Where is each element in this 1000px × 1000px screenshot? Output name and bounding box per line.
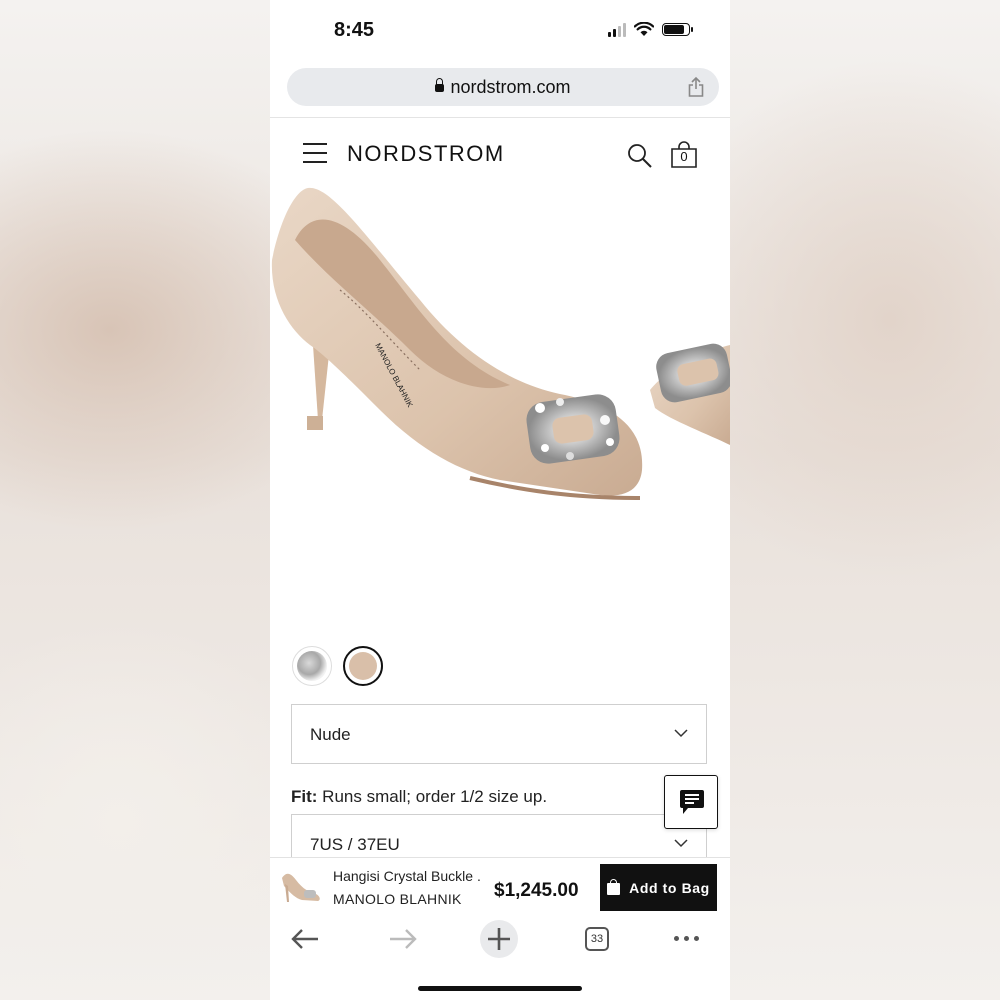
chat-button[interactable] (664, 775, 718, 829)
nude-swatch[interactable] (343, 646, 383, 686)
sticky-product-price: $1,245.00 (494, 880, 579, 901)
divider (270, 117, 730, 118)
chat-icon (680, 790, 704, 814)
tabs-icon[interactable]: 33 (585, 927, 609, 951)
fit-label: Fit: (291, 787, 318, 806)
status-time: 8:45 (334, 19, 375, 41)
lock-icon (435, 78, 445, 92)
shopping-bag-icon[interactable]: 0 (670, 141, 698, 169)
search-icon[interactable] (627, 143, 653, 169)
signal-icon (608, 22, 626, 37)
url-display[interactable]: nordstrom.com (287, 77, 719, 98)
add-to-bag-button[interactable]: Add to Bag (600, 864, 717, 911)
chevron-down-icon (674, 729, 688, 738)
color-select-value: Nude (310, 725, 351, 744)
back-arrow-icon[interactable] (290, 927, 320, 951)
color-select[interactable]: Nude (291, 704, 707, 764)
sticky-product-title[interactable]: Hangisi Crystal Buckle ... (333, 868, 481, 884)
url-text: nordstrom.com (450, 77, 571, 97)
product-image[interactable]: MANOLO BLAHNIK (270, 180, 730, 620)
new-tab-button[interactable] (480, 920, 518, 958)
crystal-swatch[interactable] (292, 646, 332, 686)
share-icon[interactable] (687, 76, 705, 98)
size-select-value: 7US / 37EU (310, 835, 400, 854)
product-thumbnail[interactable] (280, 868, 322, 906)
sticky-purchase-bar: Hangisi Crystal Buckle ... MANOLO BLAHNI… (270, 857, 730, 917)
phone-screen: 8:45 nordstrom.com NORDSTROM 0 MANOLO BL… (270, 0, 730, 1000)
crystal-buckle (526, 394, 620, 464)
shopping-bag-icon (607, 878, 621, 895)
forward-arrow-icon[interactable] (388, 927, 418, 951)
address-bar[interactable]: nordstrom.com (287, 68, 719, 106)
add-to-bag-label: Add to Bag (629, 879, 710, 896)
home-indicator[interactable] (418, 986, 582, 991)
battery-icon (662, 23, 693, 36)
fit-note: Fit: Runs small; order 1/2 size up. (291, 787, 547, 807)
bag-count: 0 (680, 149, 688, 164)
hamburger-menu-icon[interactable] (303, 143, 327, 170)
sticky-product-brand: MANOLO BLAHNIK (333, 891, 462, 907)
brand-logo[interactable]: NORDSTROM (347, 141, 505, 167)
wifi-icon (634, 22, 654, 36)
plus-icon (488, 928, 510, 950)
chevron-down-icon (674, 839, 688, 848)
status-icons (608, 22, 693, 37)
fit-text: Runs small; order 1/2 size up. (322, 787, 548, 806)
more-icon[interactable] (674, 936, 699, 941)
